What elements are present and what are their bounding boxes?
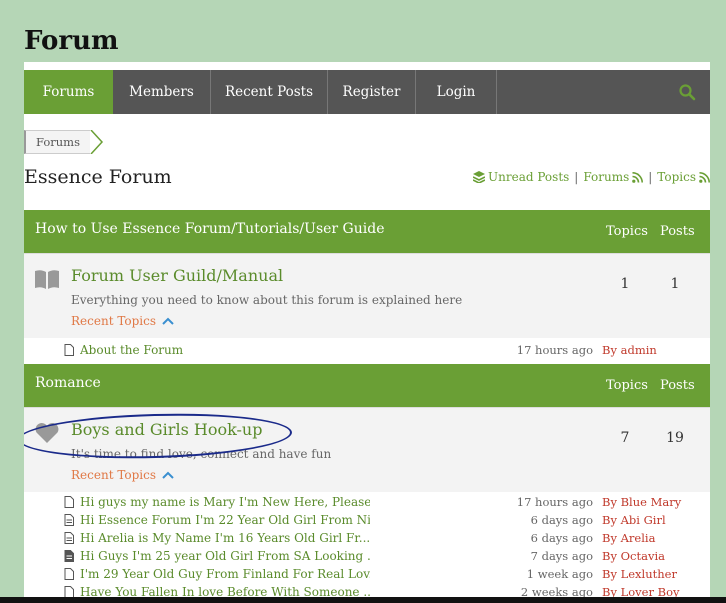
book-icon <box>35 270 59 289</box>
topic-time: 17 hours ago <box>516 343 593 357</box>
topic-time: 6 days ago <box>530 531 593 545</box>
chevron-up-icon <box>162 471 174 479</box>
topic-title-link[interactable]: I'm 29 Year Old Guy From Finland For Rea… <box>80 567 370 581</box>
topic-author-link[interactable]: By Blue Mary <box>602 495 681 509</box>
topic-row: Hi Arelia is My Name I'm 16 Years Old Gi… <box>64 530 710 548</box>
topic-author-link[interactable]: By Arelia <box>602 531 655 545</box>
topic-author-link[interactable]: By Abi Girl <box>602 513 666 527</box>
topic-author-link[interactable]: By Lexluther <box>602 567 677 581</box>
topic-time: 1 week ago <box>526 567 593 581</box>
topic-time: 6 days ago <box>530 513 593 527</box>
recent-topics-label: Recent Topics <box>71 468 157 482</box>
breadcrumb-arrow-icon <box>90 130 104 154</box>
recent-topics-list: Hi guys my name is Mary I'm New Here, Pl… <box>24 492 710 603</box>
nav-members[interactable]: Members <box>113 70 211 114</box>
nav-forums[interactable]: Forums <box>24 70 113 114</box>
recent-topics-toggle[interactable]: Recent Topics <box>71 314 174 328</box>
layers-icon <box>473 171 486 183</box>
document-icon <box>64 496 74 508</box>
heart-icon <box>35 423 59 443</box>
main-content: Forums Members Recent Posts Register Log… <box>24 62 710 603</box>
topics-rss-link[interactable]: Topics <box>657 170 710 184</box>
topic-time: 17 hours ago <box>516 495 593 509</box>
search-icon[interactable] <box>678 83 696 101</box>
nav-register[interactable]: Register <box>328 70 416 114</box>
rss-icon <box>632 171 644 183</box>
topic-row: Hi Essence Forum I'm 22 Year Old Girl Fr… <box>64 512 710 530</box>
rss-icon <box>699 171 710 183</box>
recent-topics-list: About the Forum 17 hours ago By admin <box>24 338 710 364</box>
topic-time: 7 days ago <box>530 549 593 563</box>
recent-topics-toggle[interactable]: Recent Topics <box>71 468 174 482</box>
topics-count: 1 <box>620 276 630 292</box>
forum-row: Forum User Guild/Manual Everything you n… <box>24 253 710 338</box>
unread-posts-link[interactable]: Unread Posts <box>473 170 569 184</box>
forums-rss-label: Forums <box>583 170 630 184</box>
topic-title-link[interactable]: Hi Essence Forum I'm 22 Year Old Girl Fr… <box>80 513 370 527</box>
window-bottom-edge <box>0 597 726 603</box>
link-separator: | <box>648 170 653 184</box>
posts-column-header: Posts <box>660 224 695 239</box>
posts-count: 19 <box>666 430 684 446</box>
topic-title-link[interactable]: Hi Arelia is My Name I'm 16 Years Old Gi… <box>80 531 370 545</box>
category-header: Romance Topics Posts <box>24 364 710 407</box>
document-icon <box>64 568 74 580</box>
chevron-up-icon <box>162 317 174 325</box>
site-title: Forum <box>24 26 119 56</box>
category-title[interactable]: How to Use Essence Forum/Tutorials/User … <box>35 221 384 237</box>
page-title: Essence Forum <box>24 166 172 188</box>
forum-row: Boys and Girls Hook-up It's time to find… <box>24 407 710 492</box>
breadcrumb: Forums <box>24 130 104 154</box>
topic-title-link[interactable]: Hi guys my name is Mary I'm New Here, Pl… <box>80 495 370 509</box>
topic-row: About the Forum 17 hours ago By admin <box>64 342 710 360</box>
posts-column-header: Posts <box>660 378 695 393</box>
document-text-icon <box>64 514 74 526</box>
topic-row: Hi Guys I'm 25 year Old Girl From SA Loo… <box>64 548 710 566</box>
topic-row: Hi guys my name is Mary I'm New Here, Pl… <box>64 494 710 512</box>
forum-description: It's time to find love, connect and have… <box>71 447 332 461</box>
link-separator: | <box>574 170 579 184</box>
topics-column-header: Topics <box>606 378 648 393</box>
forum-title-link[interactable]: Boys and Girls Hook-up <box>71 420 262 439</box>
nav-login[interactable]: Login <box>416 70 497 114</box>
document-icon <box>64 344 74 356</box>
topic-row: I'm 29 Year Old Guy From Finland For Rea… <box>64 566 710 584</box>
category-header: How to Use Essence Forum/Tutorials/User … <box>24 210 710 253</box>
document-text-icon <box>64 532 74 544</box>
breadcrumb-forums[interactable]: Forums <box>24 130 90 154</box>
topic-author-link[interactable]: By admin <box>602 343 657 357</box>
topics-count: 7 <box>620 430 630 446</box>
topic-title-link[interactable]: About the Forum <box>80 343 183 357</box>
forum-description: Everything you need to know about this f… <box>71 293 463 307</box>
topic-author-link[interactable]: By Octavia <box>602 549 665 563</box>
forums-rss-link[interactable]: Forums <box>583 170 644 184</box>
category-title[interactable]: Romance <box>35 375 101 391</box>
forum-title-link[interactable]: Forum User Guild/Manual <box>71 266 283 285</box>
topics-column-header: Topics <box>606 224 648 239</box>
nav-recent-posts[interactable]: Recent Posts <box>211 70 328 114</box>
topics-rss-label: Topics <box>657 170 696 184</box>
posts-count: 1 <box>670 276 680 292</box>
forum-links: Unread Posts | Forums | Topics <box>473 170 710 184</box>
topic-title-link[interactable]: Hi Guys I'm 25 year Old Girl From SA Loo… <box>80 549 370 563</box>
main-nav: Forums Members Recent Posts Register Log… <box>24 70 710 114</box>
recent-topics-label: Recent Topics <box>71 314 157 328</box>
unread-posts-label: Unread Posts <box>488 170 570 184</box>
document-filled-icon <box>64 550 74 562</box>
